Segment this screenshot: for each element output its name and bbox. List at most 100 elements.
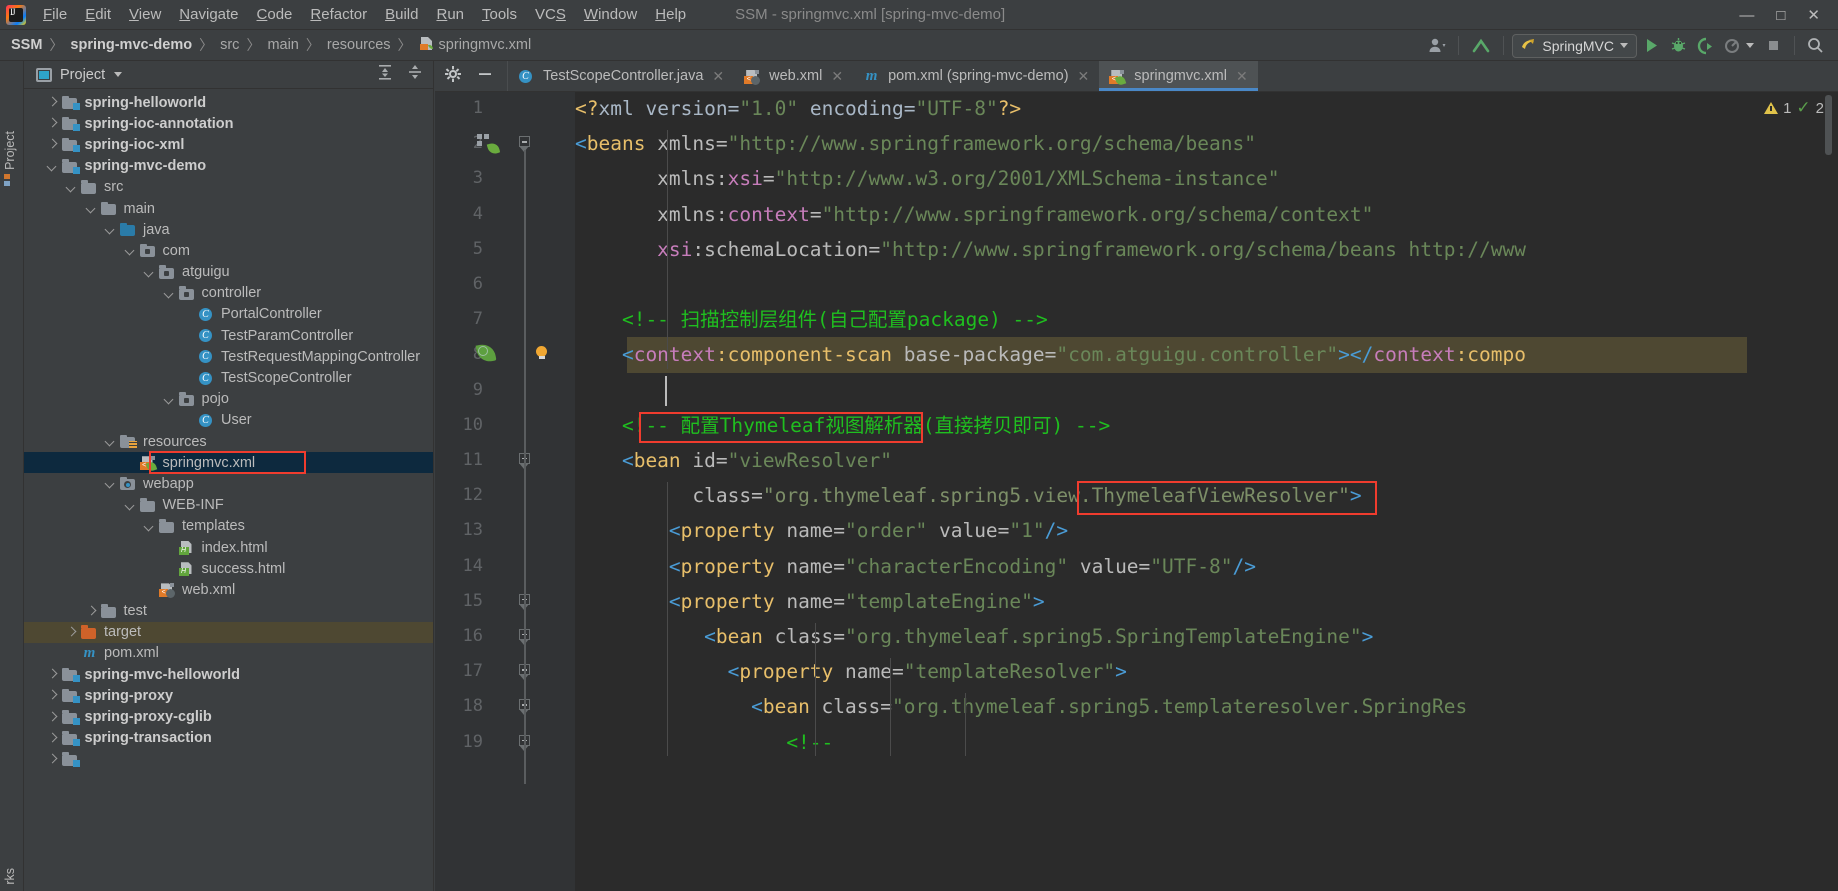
tree-item-test[interactable]: test [24,601,433,622]
breadcrumb-item-ssm[interactable]: SSM [11,37,42,53]
chevron-down-icon[interactable] [165,289,174,298]
chevron-right-icon[interactable] [67,628,76,637]
tree-item-controller[interactable]: controller [24,283,433,304]
chevron-right-icon[interactable] [48,140,57,149]
run-with-coverage-button[interactable] [1693,33,1718,58]
tree-item-spring-proxy[interactable]: spring-proxy [24,685,433,706]
tree-item-testrequestmappingcontroller[interactable]: C TestRequestMappingController [24,346,433,367]
tree-item-portalcontroller[interactable]: C PortalController [24,304,433,325]
close-icon[interactable]: ✕ [1236,68,1248,85]
debug-button[interactable] [1666,33,1691,58]
fold-marker-line-19[interactable] [519,734,532,751]
scrollbar-thumb[interactable] [1825,95,1832,155]
tree-item-testparamcontroller[interactable]: C TestParamController [24,325,433,346]
stripe-bookmarks-label[interactable]: rks [3,868,17,885]
profiler-button[interactable] [1720,33,1745,58]
tree-item-spring-helloworld[interactable]: spring-helloworld [24,92,433,113]
profiler-chevron-icon[interactable] [1746,43,1754,48]
editor-tab-web-xml[interactable]: < web.xml ✕ [734,61,853,91]
fold-marker-line-18[interactable] [519,699,532,716]
fold-marker-line-11[interactable] [519,453,532,469]
tree-item-spring-mvc-demo[interactable]: spring-mvc-demo [24,156,433,177]
fold-marker-line-2[interactable] [519,136,532,153]
close-icon[interactable]: ✕ [1078,68,1090,85]
tree-item-main[interactable]: main [24,198,433,219]
tree-item-springmvc-xml[interactable]: < springmvc.xml [24,452,433,474]
chevron-down-icon[interactable] [145,268,154,277]
close-icon[interactable]: ✕ [712,68,724,85]
gear-icon[interactable] [445,65,461,87]
account-icon[interactable] [1425,33,1450,58]
menu-navigate[interactable]: Navigate [170,3,247,26]
chevron-down-icon[interactable] [106,437,115,446]
menu-vcs[interactable]: VCS [526,3,575,26]
tree-item-pom-xml[interactable]: m pom.xml [24,643,433,664]
run-configuration-selector[interactable]: SpringMVC [1512,33,1637,58]
menu-window[interactable]: Window [575,3,646,26]
chevron-down-icon[interactable] [106,225,115,234]
code-editor[interactable]: 12345678910111213141516171819 <?xml vers… [435,92,1838,891]
maximize-button[interactable]: □ [1776,7,1785,24]
tree-item-spring-ioc-annotation[interactable]: spring-ioc-annotation [24,113,433,134]
update-arrow-icon[interactable] [1467,33,1495,58]
breadcrumb-item-src[interactable]: src [220,37,239,53]
breadcrumb-item-springmvc-xml[interactable]: springmvc.xml [419,36,531,55]
chevron-down-icon[interactable] [145,522,154,531]
breadcrumb-item-main[interactable]: main [267,37,298,53]
tree-item-web-inf[interactable]: WEB-INF [24,495,433,516]
chevron-right-icon[interactable] [48,119,57,128]
chevron-down-icon[interactable] [126,246,135,255]
close-icon[interactable]: ✕ [831,68,843,85]
stop-button[interactable] [1761,33,1786,58]
structure-icon[interactable] [4,173,19,186]
minimize-button[interactable]: — [1739,7,1754,24]
tree-item-templates[interactable]: templates [24,516,433,537]
inspection-widget[interactable]: 1 ✓ 2 [1764,98,1824,118]
menu-refactor[interactable]: Refactor [301,3,376,26]
editor-tab-pom-xml-spring-mvc-demo-[interactable]: m pom.xml (spring-mvc-demo) ✕ [853,61,1099,91]
tree-item-blank[interactable] [24,749,433,770]
chevron-right-icon[interactable] [48,734,57,743]
tree-item-atguigu[interactable]: atguigu [24,262,433,283]
chevron-right-icon[interactable] [48,755,57,764]
breadcrumb-item-spring-mvc-demo[interactable]: spring-mvc-demo [70,37,192,53]
chevron-down-icon[interactable] [106,479,115,488]
tree-item-spring-mvc-helloworld[interactable]: spring-mvc-helloworld [24,664,433,685]
menu-edit[interactable]: Edit [76,3,120,26]
tree-item-spring-proxy-cglib[interactable]: spring-proxy-cglib [24,706,433,727]
menu-run[interactable]: Run [427,3,473,26]
tree-item-pojo[interactable]: pojo [24,389,433,410]
spring-bean-gutter-icon[interactable] [477,134,501,156]
tree-item-index-html[interactable]: Hindex.html [24,537,433,558]
tree-item-success-html[interactable]: Hsuccess.html [24,558,433,579]
menu-code[interactable]: Code [248,3,302,26]
expand-all-icon[interactable] [377,64,393,85]
code-content[interactable]: <?xml version="1.0" encoding="UTF-8"?> <b… [575,92,1838,891]
tree-item-target[interactable]: target [24,621,433,643]
editor-scrollbar[interactable] [1824,92,1838,891]
chevron-right-icon[interactable] [87,607,96,616]
tree-item-testscopecontroller[interactable]: C TestScopeController [24,367,433,388]
breadcrumb-item-resources[interactable]: resources [327,37,391,53]
chevron-right-icon[interactable] [48,691,57,700]
editor-gutter[interactable]: 12345678910111213141516171819 [435,92,575,891]
chevron-down-icon[interactable] [87,204,96,213]
tree-item-com[interactable]: com [24,240,433,261]
tree-item-user[interactable]: C User [24,410,433,431]
run-button[interactable] [1639,33,1664,58]
menu-view[interactable]: View [120,3,170,26]
chevron-right-icon[interactable] [48,713,57,722]
menu-build[interactable]: Build [376,3,427,26]
tree-item-spring-transaction[interactable]: spring-transaction [24,728,433,749]
search-icon[interactable] [1803,33,1828,58]
close-button[interactable]: ✕ [1807,6,1820,24]
fold-marker-line-16[interactable] [519,629,532,645]
fold-marker-line-15[interactable] [519,593,532,610]
tree-item-src[interactable]: src [24,177,433,198]
fold-marker-line-17[interactable] [519,664,532,681]
menu-file[interactable]: File [34,3,76,26]
tree-item-spring-ioc-xml[interactable]: spring-ioc-xml [24,134,433,155]
stripe-project-label[interactable]: Project [3,131,17,170]
editor-tab-testscopecontroller-java[interactable]: C TestScopeController.java ✕ [508,61,734,91]
menu-tools[interactable]: Tools [473,3,526,26]
